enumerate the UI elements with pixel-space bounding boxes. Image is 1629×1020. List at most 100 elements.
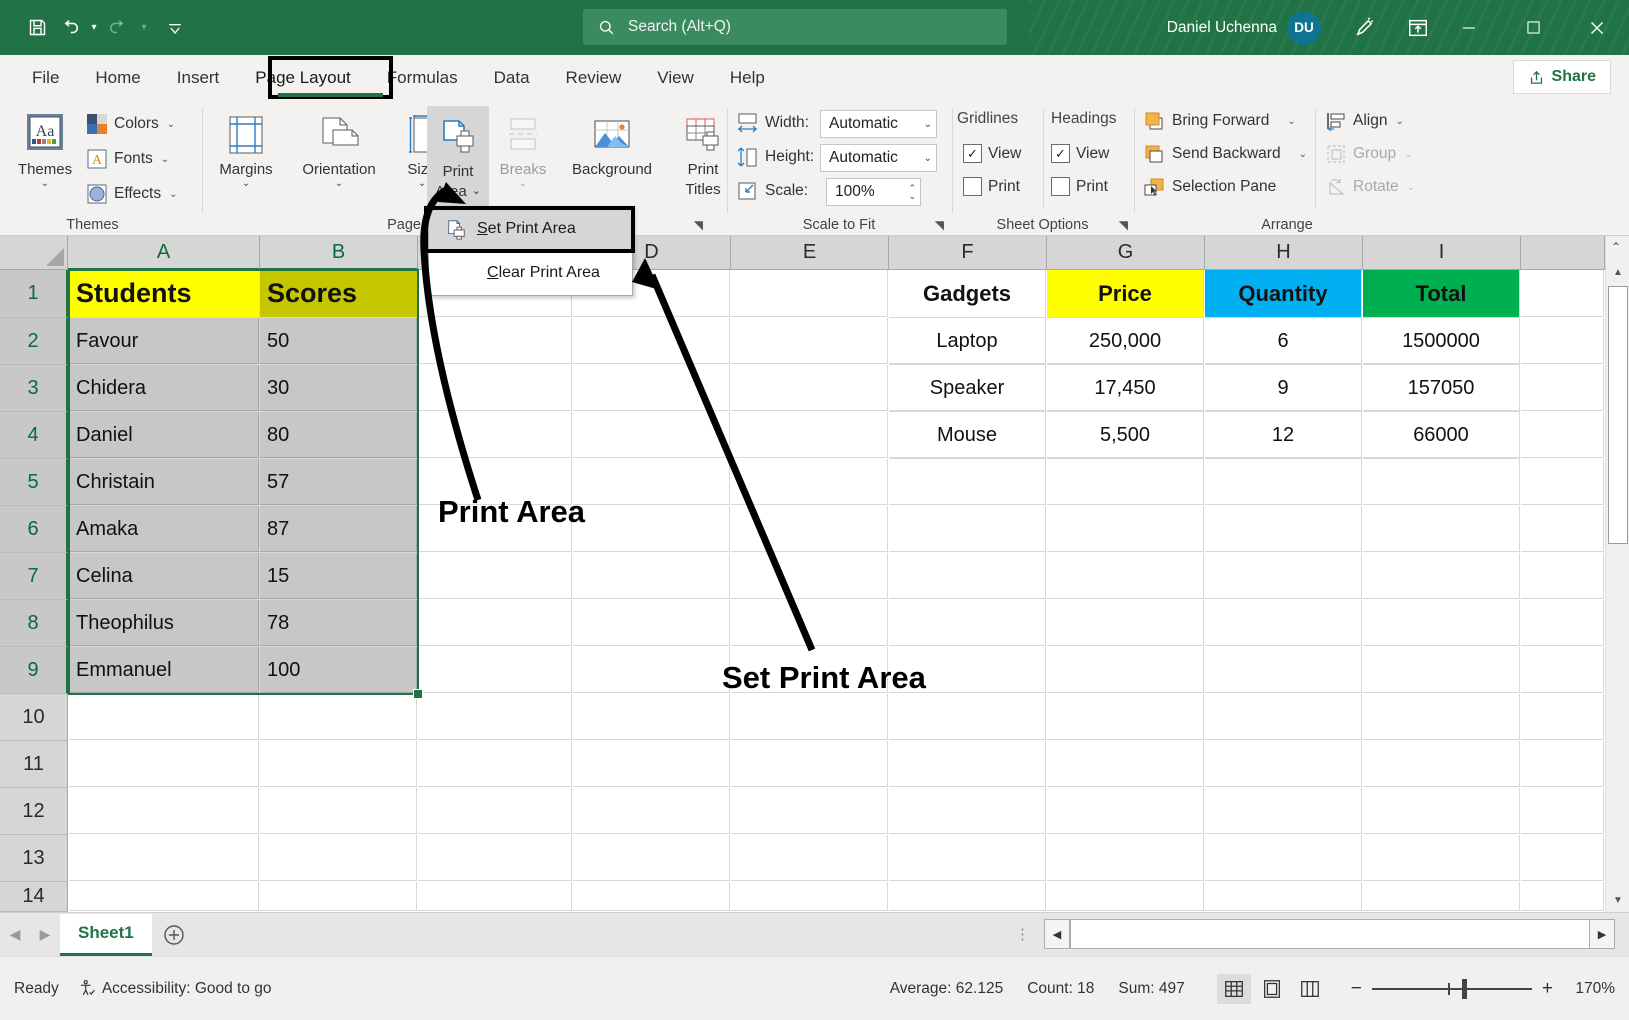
effects-button[interactable]: Effects ⌄ xyxy=(86,183,178,205)
grid-cell[interactable] xyxy=(1205,788,1362,834)
plus-circle-icon[interactable] xyxy=(152,913,196,957)
grid-cell[interactable] xyxy=(418,553,572,599)
scale-spinner-down-icon[interactable]: ⌄ xyxy=(908,192,916,200)
margins-dropdown-icon[interactable]: ⌄ xyxy=(242,179,250,189)
grid-cell[interactable] xyxy=(1363,741,1520,787)
bring-forward-dropdown-icon[interactable]: ⌄ xyxy=(1287,116,1295,127)
column-header-h[interactable]: H xyxy=(1205,236,1363,270)
cell-g3[interactable]: 17,450 xyxy=(1047,365,1204,412)
grid-cell[interactable] xyxy=(418,741,572,787)
margins-button[interactable]: Margins ⌄ xyxy=(205,106,287,189)
grid-cell[interactable] xyxy=(1205,459,1362,505)
column-header-i[interactable]: I xyxy=(1363,236,1521,270)
zoom-knob[interactable] xyxy=(1462,979,1467,999)
horizontal-scroll-track[interactable] xyxy=(1070,919,1589,949)
scale-spinner[interactable]: 100% ⌃ ⌄ xyxy=(826,178,921,206)
cell-a2[interactable]: Favour xyxy=(69,318,260,365)
status-sum[interactable]: Sum: 497 xyxy=(1118,980,1184,998)
cell-h3[interactable]: 9 xyxy=(1205,365,1362,412)
colors-dropdown-icon[interactable]: ⌄ xyxy=(167,119,175,130)
print-area-button[interactable]: Print Area ⌄ xyxy=(427,106,489,218)
grid-cell[interactable] xyxy=(573,459,730,505)
horizontal-scrollbar[interactable]: ⋮ ◀ ▶ xyxy=(1015,918,1615,950)
gridlines-print-checkbox[interactable]: Print xyxy=(963,177,1020,196)
cell-h4[interactable]: 12 xyxy=(1205,412,1362,459)
row-header-7[interactable]: 7 xyxy=(0,553,68,600)
grid-cell[interactable] xyxy=(260,694,417,740)
grid-cell[interactable] xyxy=(1205,741,1362,787)
grid-cell[interactable] xyxy=(1047,835,1204,881)
split-handle-icon[interactable]: ⋮ xyxy=(1015,925,1030,943)
share-button[interactable]: Share xyxy=(1513,60,1611,94)
tab-insert[interactable]: Insert xyxy=(159,55,238,100)
themes-dropdown-icon[interactable]: ⌄ xyxy=(41,179,49,189)
grid-cell[interactable] xyxy=(889,553,1046,599)
tab-home[interactable]: Home xyxy=(77,55,158,100)
vertical-scroll-thumb[interactable] xyxy=(1608,286,1628,544)
undo-dropdown-icon[interactable]: ▾ xyxy=(86,12,102,44)
row-header-9[interactable]: 9 xyxy=(0,647,68,694)
grid-cell[interactable] xyxy=(418,788,572,834)
grid-cell[interactable] xyxy=(1205,835,1362,881)
cell-b4[interactable]: 80 xyxy=(260,412,418,459)
column-header-g[interactable]: G xyxy=(1047,236,1205,270)
row-header-4[interactable]: 4 xyxy=(0,412,68,459)
grid-cell[interactable] xyxy=(1047,506,1204,552)
scroll-right-button[interactable]: ▶ xyxy=(1589,919,1615,949)
grid-cell[interactable] xyxy=(889,506,1046,552)
cell-b9[interactable]: 100 xyxy=(260,647,418,694)
cell-f4[interactable]: Mouse xyxy=(889,412,1046,459)
grid-cell[interactable] xyxy=(889,459,1046,505)
width-dropdown-icon[interactable]: ⌄ xyxy=(924,119,932,130)
menu-item-clear-print-area[interactable]: Clear Print Area xyxy=(429,251,632,295)
column-header-a[interactable]: A xyxy=(68,236,260,270)
orientation-button[interactable]: Orientation ⌄ xyxy=(287,106,391,189)
grid-cell[interactable] xyxy=(1047,694,1204,740)
fonts-button[interactable]: A Fonts ⌄ xyxy=(86,148,169,170)
colors-button[interactable]: Colors ⌄ xyxy=(86,113,175,135)
grid-cell[interactable] xyxy=(731,600,888,646)
cell-a5[interactable]: Christain xyxy=(69,459,260,506)
grid-cell[interactable] xyxy=(69,882,259,911)
grid-cell[interactable] xyxy=(1521,647,1604,693)
close-button[interactable] xyxy=(1565,0,1629,55)
grid-cell[interactable] xyxy=(573,647,730,693)
tab-file[interactable]: File xyxy=(14,55,77,100)
grid-cell[interactable] xyxy=(731,835,888,881)
grid-cell[interactable] xyxy=(418,318,572,364)
gridlines-view-checkbox[interactable]: ✓ View xyxy=(963,144,1021,163)
themes-button[interactable]: Aa Themes ⌄ xyxy=(8,106,82,189)
cell-b1[interactable]: Scores xyxy=(260,270,418,318)
grid-cell[interactable] xyxy=(1521,459,1604,505)
grid-cell[interactable] xyxy=(1521,318,1604,364)
headings-print-checkbox[interactable]: Print xyxy=(1051,177,1108,196)
grid-cell[interactable] xyxy=(1363,600,1520,646)
cell-b7[interactable]: 15 xyxy=(260,553,418,600)
undo-icon[interactable] xyxy=(54,12,84,44)
row-header-12[interactable]: 12 xyxy=(0,788,68,835)
grid-cell[interactable] xyxy=(1047,882,1204,911)
print-area-dropdown-icon[interactable]: ⌄ xyxy=(472,186,481,198)
grid-cell[interactable] xyxy=(573,835,730,881)
grid-cell[interactable] xyxy=(1363,459,1520,505)
grid-cell[interactable] xyxy=(260,741,417,787)
grid-cell[interactable] xyxy=(1363,506,1520,552)
row-header-3[interactable]: 3 xyxy=(0,365,68,412)
tab-formulas[interactable]: Formulas xyxy=(369,55,476,100)
cell-b5[interactable]: 57 xyxy=(260,459,418,506)
grid-cell[interactable] xyxy=(418,600,572,646)
grid-cell[interactable] xyxy=(1521,365,1604,411)
grid-cell[interactable] xyxy=(573,788,730,834)
grid-cell[interactable] xyxy=(1205,600,1362,646)
grid-cell[interactable] xyxy=(1047,459,1204,505)
row-header-5[interactable]: 5 xyxy=(0,459,68,506)
grid-cell[interactable] xyxy=(418,882,572,911)
grid-cell[interactable] xyxy=(1047,741,1204,787)
page-break-preview-button[interactable] xyxy=(1293,974,1327,1004)
vertical-scrollbar[interactable]: ⌃ ▲ ▼ xyxy=(1605,236,1629,912)
cell-a1[interactable]: Students xyxy=(69,270,260,318)
sheet-options-dialog-launcher[interactable]: ◥ xyxy=(1119,218,1128,232)
row-header-1[interactable]: 1 xyxy=(0,270,68,318)
grid-cell[interactable] xyxy=(573,741,730,787)
avatar[interactable]: DU xyxy=(1287,11,1321,45)
